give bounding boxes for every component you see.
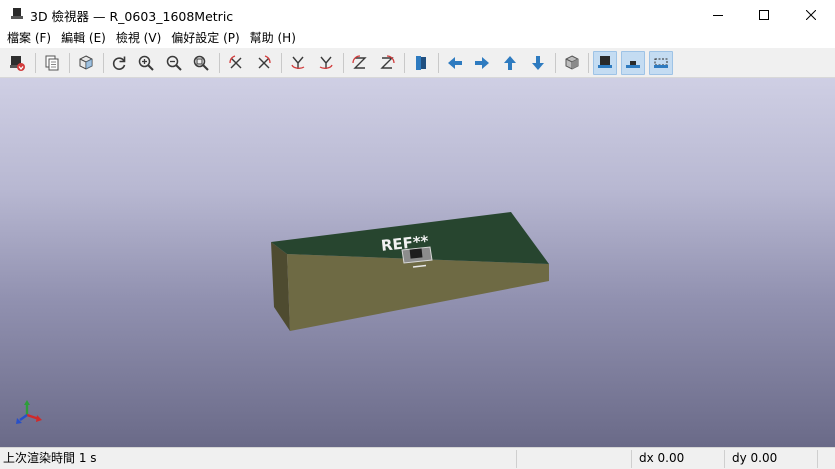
show-smd-icon	[626, 61, 640, 68]
toolbar-separator	[219, 53, 220, 73]
pan-up-button[interactable]	[498, 51, 522, 75]
menu-file[interactable]: 檔案 (F)	[2, 29, 56, 48]
raytrace-cube-button[interactable]	[74, 51, 98, 75]
close-button[interactable]	[788, 0, 834, 29]
maximize-icon	[759, 9, 769, 20]
zoom-out-button[interactable]	[162, 51, 186, 75]
maximize-button[interactable]	[741, 0, 787, 29]
toolbar-separator	[281, 53, 282, 73]
status-divider	[724, 450, 725, 468]
title-bar: 3D 檢視器 — R_0603_1608Metric	[0, 0, 835, 29]
toolbar-separator	[555, 53, 556, 73]
toolbar-separator	[103, 53, 104, 73]
minimize-button[interactable]	[695, 0, 741, 29]
show-smd-button[interactable]	[621, 51, 645, 75]
zoom-in-icon	[138, 55, 154, 71]
pan-down-button[interactable]	[526, 51, 550, 75]
xyz-axes-icon	[14, 400, 44, 429]
status-bar: 上次渲染時間 1 s dx 0.00 dy 0.00	[0, 447, 835, 469]
show-virtual-button[interactable]	[649, 51, 673, 75]
menu-help[interactable]: 幫助 (H)	[245, 29, 301, 48]
toolbar-separator	[35, 53, 36, 73]
pan-left-icon	[448, 57, 462, 69]
rotate-z-ccw-button[interactable]	[348, 51, 372, 75]
reload-icon	[112, 56, 126, 70]
copy-image-button[interactable]	[40, 51, 64, 75]
pan-right-button[interactable]	[470, 51, 494, 75]
rotate-z-ccw-icon	[352, 55, 367, 69]
zoom-fit-button[interactable]	[189, 51, 213, 75]
3d-viewport[interactable]: REF**	[0, 78, 835, 447]
toolbar-separator	[69, 53, 70, 73]
render-export-button[interactable]	[5, 51, 29, 75]
render-export-icon	[10, 56, 25, 71]
orthographic-cube-icon	[565, 55, 579, 70]
raytrace-cube-icon	[79, 55, 93, 70]
render-time-status: 上次渲染時間 1 s	[3, 451, 97, 465]
dy-status: dy 0.00	[732, 451, 778, 465]
rotate-z-cw-button[interactable]	[375, 51, 399, 75]
monitor-icon	[10, 7, 24, 21]
menu-preferences[interactable]: 偏好設定 (P)	[166, 29, 244, 48]
rotate-x-ccw-button[interactable]	[224, 51, 248, 75]
show-tht-icon	[598, 56, 612, 68]
orthographic-cube-button[interactable]	[560, 51, 584, 75]
pan-down-icon	[532, 56, 544, 70]
toolbar	[0, 48, 835, 78]
rotate-x-ccw-icon	[229, 55, 242, 69]
zoom-fit-icon	[193, 55, 209, 71]
flip-board-icon	[416, 56, 426, 70]
toolbar-separator	[588, 53, 589, 73]
window-title: 3D 檢視器 — R_0603_1608Metric	[30, 9, 234, 24]
rotate-y-cw-button[interactable]	[314, 51, 338, 75]
rotate-z-cw-icon	[380, 55, 395, 69]
rotate-y-cw-icon	[319, 56, 333, 69]
menu-view[interactable]: 檢視 (V)	[111, 29, 166, 48]
toolbar-separator	[343, 53, 344, 73]
board-side-face	[287, 254, 549, 331]
toolbar-separator	[438, 53, 439, 73]
zoom-in-button[interactable]	[134, 51, 158, 75]
show-tht-button[interactable]	[593, 51, 617, 75]
show-virtual-icon	[654, 58, 668, 68]
reload-button[interactable]	[107, 51, 131, 75]
rotate-x-cw-button[interactable]	[252, 51, 276, 75]
zoom-out-icon	[166, 55, 182, 71]
status-divider	[817, 450, 818, 468]
menu-bar: 檔案 (F) 編輯 (E) 檢視 (V) 偏好設定 (P) 幫助 (H)	[0, 29, 835, 48]
status-divider	[516, 450, 517, 468]
rotate-y-ccw-button[interactable]	[286, 51, 310, 75]
status-divider	[631, 450, 632, 468]
copy-image-icon	[45, 55, 59, 71]
rotate-y-ccw-icon	[291, 56, 305, 69]
pan-right-icon	[475, 57, 489, 69]
3d-scene: REF**	[271, 212, 549, 331]
dx-status: dx 0.00	[639, 451, 685, 465]
pan-left-button[interactable]	[443, 51, 467, 75]
minimize-icon	[713, 14, 723, 16]
close-icon	[806, 9, 816, 20]
flip-board-button[interactable]	[409, 51, 433, 75]
menu-edit[interactable]: 編輯 (E)	[56, 29, 111, 48]
toolbar-separator	[404, 53, 405, 73]
pan-up-icon	[504, 56, 516, 70]
rotate-x-cw-icon	[258, 55, 271, 69]
